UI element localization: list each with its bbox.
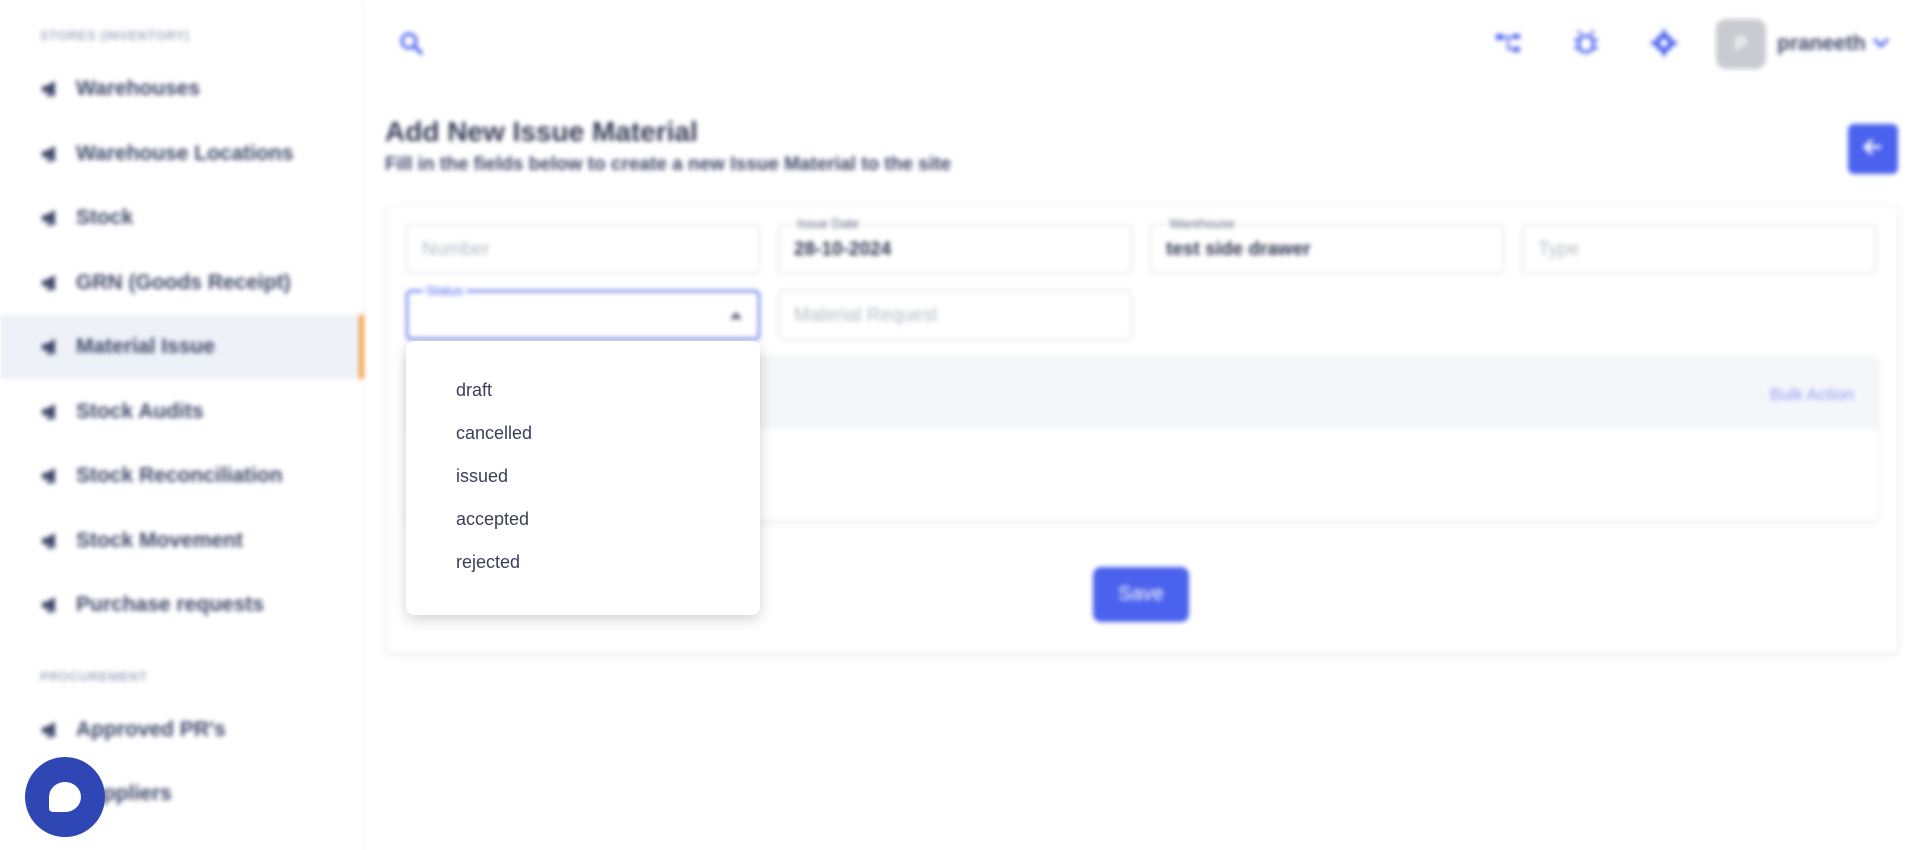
status-label: Status xyxy=(423,283,466,298)
sidebar-item-label: Warehouse Locations xyxy=(76,142,294,165)
sidebar-item-label: Stock Reconciliation xyxy=(76,464,283,487)
chat-button[interactable] xyxy=(25,757,105,837)
sidebar-item-approved-prs[interactable]: Approved PR's xyxy=(0,698,364,762)
megaphone-icon xyxy=(40,532,62,550)
megaphone-icon xyxy=(40,274,62,292)
issue-date-label: Issue Date xyxy=(794,216,863,231)
issue-date-value: 28-10-2024 xyxy=(794,239,892,260)
sidebar-item-label: Stock xyxy=(76,206,134,229)
number-placeholder: Number xyxy=(422,239,490,260)
sidebar-item-stock-reconciliation[interactable]: Stock Reconciliation xyxy=(0,444,364,508)
sidebar-item-label: Stock Audits xyxy=(76,400,204,423)
megaphone-icon xyxy=(40,403,62,421)
bug-icon[interactable] xyxy=(1571,28,1601,58)
issue-date-field[interactable]: Issue Date 28-10-2024 xyxy=(778,216,1132,274)
type-field[interactable]: Type xyxy=(1522,224,1876,274)
page-title: Add New Issue Material xyxy=(385,116,698,147)
megaphone-icon xyxy=(40,80,62,98)
material-request-placeholder: Material Request xyxy=(794,305,938,326)
sidebar-item-warehouses[interactable]: Warehouses xyxy=(0,57,364,121)
caret-up-icon xyxy=(730,312,742,319)
sidebar-item-label: GRN (Goods Receipt) xyxy=(76,271,291,294)
chevron-down-icon[interactable] xyxy=(1870,34,1892,52)
search-icon[interactable] xyxy=(398,30,426,58)
username[interactable]: praneeth xyxy=(1777,32,1866,56)
status-option-accepted[interactable]: accepted xyxy=(406,498,760,541)
megaphone-icon xyxy=(40,338,62,356)
megaphone-icon xyxy=(40,467,62,485)
megaphone-icon xyxy=(40,145,62,163)
background-layer: STORES (INVENTORY) Warehouses Warehouse … xyxy=(0,0,1920,850)
sidebar-item-label: Warehouses xyxy=(76,77,201,100)
sidebar-item-grn[interactable]: GRN (Goods Receipt) xyxy=(0,251,364,315)
material-request-field[interactable]: Material Request xyxy=(778,290,1132,340)
sidebar-item-label: Material Issue xyxy=(76,335,215,358)
save-button[interactable]: Save xyxy=(1093,567,1189,622)
warehouse-label: Warehouse xyxy=(1166,216,1238,231)
megaphone-icon xyxy=(40,721,62,739)
sidebar-item-warehouse-locations[interactable]: Warehouse Locations xyxy=(0,122,364,186)
back-button[interactable] xyxy=(1848,124,1898,174)
sidebar-item-stock-movement[interactable]: Stock Movement xyxy=(0,509,364,573)
sidebar-item-material-issue[interactable]: Material Issue xyxy=(0,315,364,379)
sidebar-item-label: Stock Movement xyxy=(76,529,243,552)
status-option-rejected[interactable]: rejected xyxy=(406,541,760,584)
sidebar-item-label: Approved PR's xyxy=(76,718,226,741)
sidebar-item-purchase-requests[interactable]: Purchase requests xyxy=(0,573,364,637)
number-field[interactable]: Number xyxy=(406,224,760,274)
status-option-issued[interactable]: issued xyxy=(406,455,760,498)
page-subtitle: Fill in the fields below to create a new… xyxy=(385,154,951,175)
bulk-action-link[interactable]: Bulk Action xyxy=(1770,385,1854,405)
status-option-cancelled[interactable]: cancelled xyxy=(406,412,760,455)
warehouse-value: test side drawer xyxy=(1166,239,1311,260)
status-dropdown-menu: draft cancelled issued accepted rejected xyxy=(406,341,760,615)
sidebar-section-inventory: STORES (INVENTORY) xyxy=(40,28,190,43)
gear-icon[interactable] xyxy=(1649,28,1679,58)
sidebar-item-stock-audits[interactable]: Stock Audits xyxy=(0,380,364,444)
avatar[interactable]: P xyxy=(1716,19,1766,69)
hierarchy-icon[interactable] xyxy=(1493,28,1523,58)
megaphone-icon xyxy=(40,209,62,227)
sidebar: STORES (INVENTORY) Warehouses Warehouse … xyxy=(0,0,364,850)
sidebar-section-procurement: PROCUREMENT xyxy=(40,669,148,684)
status-option-draft[interactable]: draft xyxy=(406,369,760,412)
sidebar-item-label: Purchase requests xyxy=(76,593,264,616)
type-placeholder: Type xyxy=(1538,239,1580,260)
sidebar-item-stock[interactable]: Stock xyxy=(0,186,364,250)
warehouse-field[interactable]: Warehouse test side drawer xyxy=(1150,216,1504,274)
app-root: STORES (INVENTORY) Warehouses Warehouse … xyxy=(0,0,1920,850)
megaphone-icon xyxy=(40,596,62,614)
chat-bubble-icon xyxy=(49,782,81,812)
status-select[interactable]: Status xyxy=(406,283,760,340)
arrow-left-icon xyxy=(1861,135,1885,164)
